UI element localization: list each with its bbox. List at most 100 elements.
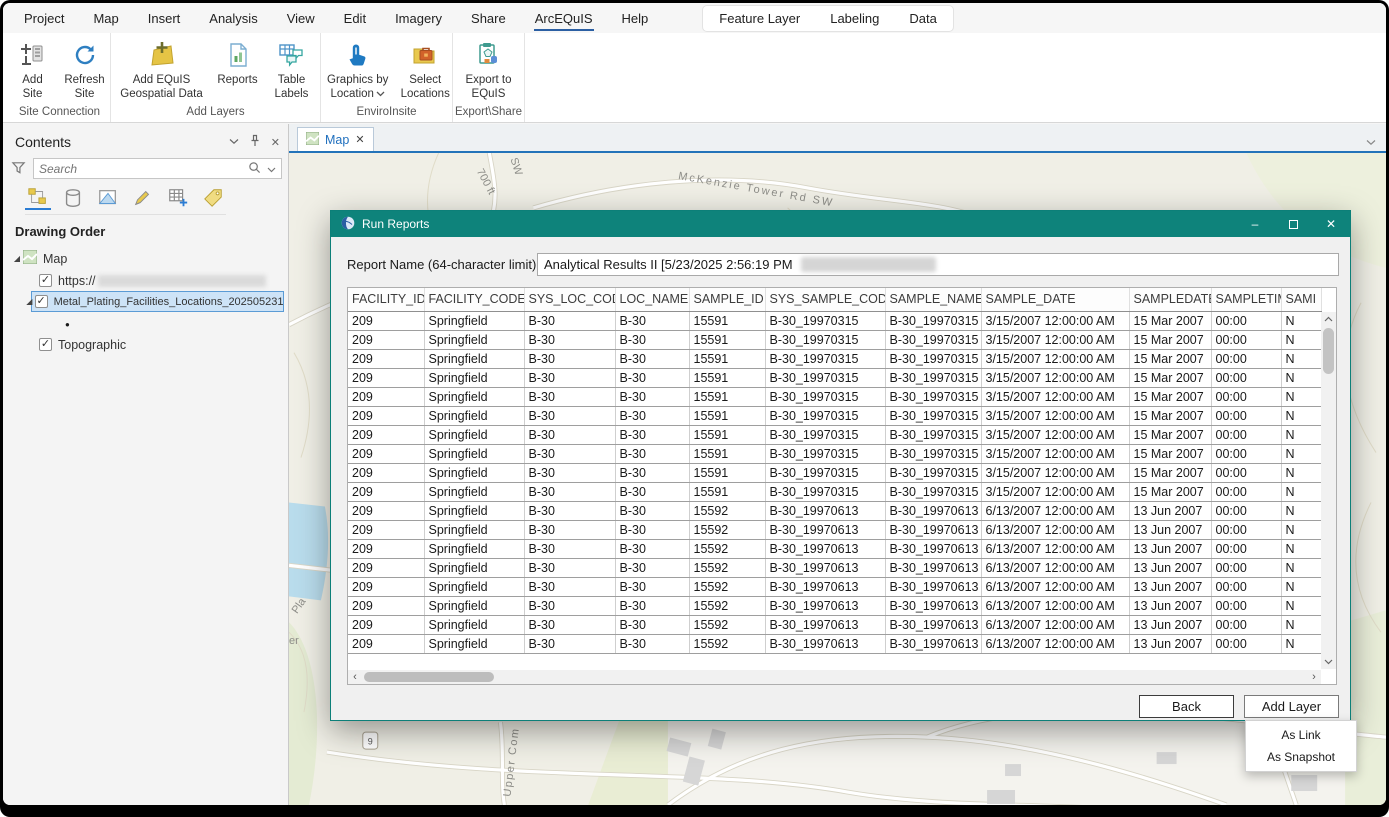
table-cell: B-30_19970613 [885, 539, 981, 558]
tab-data[interactable]: Data [909, 11, 936, 26]
panel-chevron-icon[interactable] [229, 136, 239, 148]
map-tab[interactable]: Map ✕ [297, 127, 374, 151]
table-cell: 209 [348, 311, 424, 330]
scroll-right-icon[interactable]: › [1307, 670, 1321, 684]
expander-icon[interactable]: ◢ [11, 254, 23, 263]
table-cell: 13 Jun 2007 [1129, 558, 1211, 577]
menu-view[interactable]: View [286, 5, 316, 31]
export-to-equis-button[interactable]: Export to EQuIS [459, 38, 519, 103]
horizontal-scroll-thumb[interactable] [364, 672, 494, 682]
add-layer-button[interactable]: Add Layer [1244, 695, 1339, 718]
table-row[interactable]: 209SpringfieldB-30B-3015591B-30_19970315… [348, 406, 1321, 425]
table-row[interactable]: 209SpringfieldB-30B-3015591B-30_19970315… [348, 311, 1321, 330]
back-button[interactable]: Back [1139, 695, 1234, 718]
column-header[interactable]: FACILITY_ID [348, 288, 424, 311]
menu-analysis[interactable]: Analysis [208, 5, 258, 31]
menu-share[interactable]: Share [470, 5, 507, 31]
layer-item-map[interactable]: ◢ Map [11, 248, 284, 269]
close-button[interactable]: ✕ [1312, 211, 1350, 237]
menu-insert[interactable]: Insert [147, 5, 182, 31]
search-input[interactable] [39, 162, 248, 176]
tab-close-icon[interactable]: ✕ [355, 133, 364, 146]
horizontal-scrollbar[interactable]: ‹ › [348, 670, 1321, 684]
add-equis-geospatial-data-button[interactable]: Add EQuIS Geospatial Data [115, 38, 209, 103]
layer-symbol-row[interactable]: ● [65, 314, 284, 335]
column-header[interactable]: SYS_LOC_CODE [524, 288, 615, 311]
scroll-left-icon[interactable]: ‹ [348, 670, 362, 684]
menu-edit[interactable]: Edit [343, 5, 367, 31]
table-row[interactable]: 209SpringfieldB-30B-3015592B-30_19970613… [348, 539, 1321, 558]
tab-editing[interactable] [130, 186, 156, 210]
vertical-scrollbar[interactable] [1321, 312, 1336, 669]
scroll-up-icon[interactable] [1321, 312, 1336, 326]
column-header[interactable]: SYS_SAMPLE_CODE [765, 288, 885, 311]
column-header[interactable]: SAMPLETIME [1211, 288, 1281, 311]
menu-arcequis[interactable]: ArcEQuIS [534, 5, 594, 31]
layer-item-https[interactable]: ✓ https:// [39, 270, 284, 291]
column-header[interactable]: SAMI [1281, 288, 1321, 311]
layer-item-metal-plating-selected[interactable]: ◢ ✓ Metal_Plating_Facilities_Locations_2… [31, 291, 284, 312]
menu-item-as-snapshot[interactable]: As Snapshot [1246, 746, 1356, 768]
refresh-site-button[interactable]: Refresh Site [60, 38, 110, 103]
column-header[interactable]: SAMPLE_DATE [981, 288, 1129, 311]
layer-item-topographic[interactable]: ✓ Topographic [39, 334, 284, 355]
map-thumbnail-icon [23, 250, 37, 267]
table-row[interactable]: 209SpringfieldB-30B-3015591B-30_19970315… [348, 349, 1321, 368]
menu-help[interactable]: Help [621, 5, 650, 31]
tabbar-chevron-icon[interactable] [1366, 133, 1376, 151]
tab-drawing-order[interactable] [25, 186, 51, 210]
table-row[interactable]: 209SpringfieldB-30B-3015591B-30_19970315… [348, 425, 1321, 444]
menu-item-as-link[interactable]: As Link [1246, 724, 1356, 746]
minimize-button[interactable]: – [1236, 211, 1274, 237]
table-row[interactable]: 209SpringfieldB-30B-3015592B-30_19970613… [348, 577, 1321, 596]
column-header[interactable]: SAMPLE_NAME [885, 288, 981, 311]
menu-project[interactable]: Project [23, 5, 65, 31]
search-dropdown-icon[interactable] [267, 162, 276, 176]
table-row[interactable]: 209SpringfieldB-30B-3015592B-30_19970613… [348, 520, 1321, 539]
table-row[interactable]: 209SpringfieldB-30B-3015592B-30_19970613… [348, 596, 1321, 615]
layer-checkbox[interactable]: ✓ [39, 338, 52, 351]
table-row[interactable]: 209SpringfieldB-30B-3015592B-30_19970613… [348, 501, 1321, 520]
tab-data-sources[interactable] [60, 186, 86, 210]
select-locations-button[interactable]: Select Locations [398, 38, 452, 103]
filter-icon[interactable] [11, 160, 26, 178]
column-header[interactable]: SAMPLE_ID [689, 288, 765, 311]
table-row[interactable]: 209SpringfieldB-30B-3015591B-30_19970315… [348, 368, 1321, 387]
tab-add-table[interactable] [165, 186, 191, 210]
table-row[interactable]: 209SpringfieldB-30B-3015592B-30_19970613… [348, 634, 1321, 653]
search-icon[interactable] [248, 161, 261, 177]
table-row[interactable]: 209SpringfieldB-30B-3015592B-30_19970613… [348, 558, 1321, 577]
column-header[interactable]: FACILITY_CODE [424, 288, 524, 311]
layer-checkbox[interactable]: ✓ [39, 274, 52, 287]
table-labels-button[interactable]: Table Labels [267, 38, 317, 103]
table-row[interactable]: 209SpringfieldB-30B-3015591B-30_19970315… [348, 387, 1321, 406]
table-row[interactable]: 209SpringfieldB-30B-3015591B-30_19970315… [348, 444, 1321, 463]
tab-labeling[interactable] [200, 186, 226, 210]
menu-imagery[interactable]: Imagery [394, 5, 443, 31]
table-cell: 00:00 [1211, 311, 1281, 330]
panel-close-icon[interactable]: ✕ [271, 136, 280, 149]
table-row[interactable]: 209SpringfieldB-30B-3015591B-30_19970315… [348, 482, 1321, 501]
reports-button[interactable]: Reports [213, 38, 263, 88]
column-header[interactable]: SAMPLEDATE [1129, 288, 1211, 311]
table-cell: B-30_19970315 [885, 406, 981, 425]
pin-icon[interactable] [249, 134, 261, 150]
table-cell: 15 Mar 2007 [1129, 387, 1211, 406]
scroll-down-icon[interactable] [1321, 655, 1336, 669]
table-row[interactable]: 209SpringfieldB-30B-3015591B-30_19970315… [348, 330, 1321, 349]
tab-labeling[interactable]: Labeling [830, 11, 879, 26]
expander-icon[interactable]: ◢ [24, 297, 35, 306]
maximize-button[interactable] [1274, 211, 1312, 237]
add-site-button[interactable]: Add Site [10, 38, 56, 103]
tab-feature-layer[interactable]: Feature Layer [719, 11, 800, 26]
table-row[interactable]: 209SpringfieldB-30B-3015591B-30_19970315… [348, 463, 1321, 482]
graphics-by-location-button[interactable]: Graphics by Location [321, 38, 394, 103]
menu-map[interactable]: Map [92, 5, 119, 31]
table-row[interactable]: 209SpringfieldB-30B-3015592B-30_19970613… [348, 615, 1321, 634]
report-name-input[interactable]: Analytical Results II [5/23/2025 2:56:19… [537, 253, 1339, 276]
tab-selection[interactable] [95, 186, 121, 210]
column-header[interactable]: LOC_NAME [615, 288, 689, 311]
layer-checkbox[interactable]: ✓ [35, 295, 48, 308]
dialog-title-bar[interactable]: Run Reports – ✕ [331, 211, 1350, 237]
vertical-scroll-thumb[interactable] [1323, 328, 1334, 374]
